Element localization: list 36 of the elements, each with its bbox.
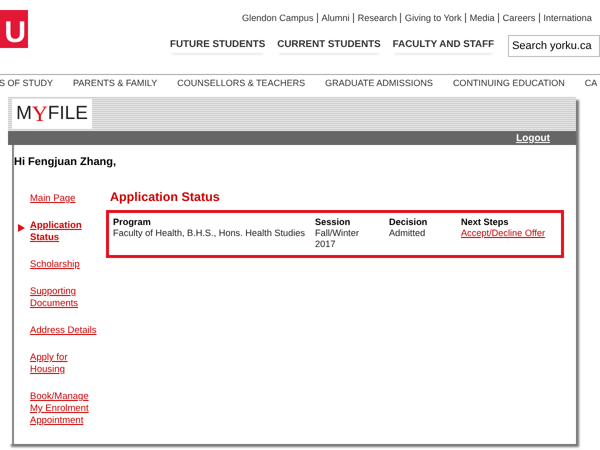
secondary-nav-link[interactable]: CONTINUING EDUCATION: [452, 78, 565, 94]
sidebar-link[interactable]: Address Details: [30, 325, 100, 337]
sidebar-link[interactable]: Book/Manage My Enrolment Appointment: [30, 391, 100, 427]
secondary-nav-link[interactable]: PARENTS & FAMILY: [73, 78, 158, 94]
column-header: Next Steps: [461, 217, 510, 228]
top-link[interactable]: Media: [465, 13, 498, 23]
page-title: Application Status: [110, 190, 221, 204]
column-header: Program: [113, 217, 152, 228]
table-cell-text: Admitted: [389, 228, 426, 240]
column-header: Decision: [389, 217, 428, 228]
top-link[interactable]: Giving to York: [400, 13, 466, 23]
table-cell-text: Fall/Winter 2017: [315, 228, 360, 250]
top-link[interactable]: Research: [353, 13, 400, 23]
logout-link[interactable]: Logout: [516, 132, 550, 144]
main-nav-link[interactable]: CURRENT STUDENTS: [277, 39, 381, 53]
sidebar-link[interactable]: Supporting Documents: [30, 286, 100, 310]
table-cell-text: Faculty of Health, B.H.S., Hons. Health Studies: [113, 228, 306, 240]
top-link[interactable]: Internationa: [538, 13, 596, 23]
main-nav-link[interactable]: FACULTY AND STAFF: [392, 39, 494, 53]
myfile-logo: MYFILE: [12, 99, 92, 129]
secondary-nav-link[interactable]: GRADUATE ADMISSIONS: [325, 78, 433, 94]
top-link[interactable]: Careers: [498, 13, 539, 23]
sidebar-link[interactable]: Main Page: [30, 193, 100, 205]
top-link[interactable]: Glendon Campus: [242, 13, 317, 23]
top-link[interactable]: Alumni: [317, 13, 354, 23]
sidebar-link[interactable]: Scholarship: [30, 259, 100, 271]
main-nav-link[interactable]: FUTURE STUDENTS: [170, 39, 266, 53]
sidebar-link[interactable]: Application Status: [30, 220, 100, 244]
greeting: Hi Fengjuan Zhang,: [14, 156, 118, 168]
search-field[interactable]: Search yorku.ca: [508, 35, 600, 57]
secondary-nav-link[interactable]: COUNSELLORS & TEACHERS: [177, 78, 306, 94]
accept-decline-link[interactable]: Accept/Decline Offer: [461, 228, 546, 250]
column-header: Session: [315, 217, 352, 228]
sidebar-link[interactable]: Apply for Housing: [30, 352, 100, 376]
university-logo[interactable]: U: [0, 10, 28, 48]
secondary-nav-link[interactable]: CA: [584, 78, 598, 94]
